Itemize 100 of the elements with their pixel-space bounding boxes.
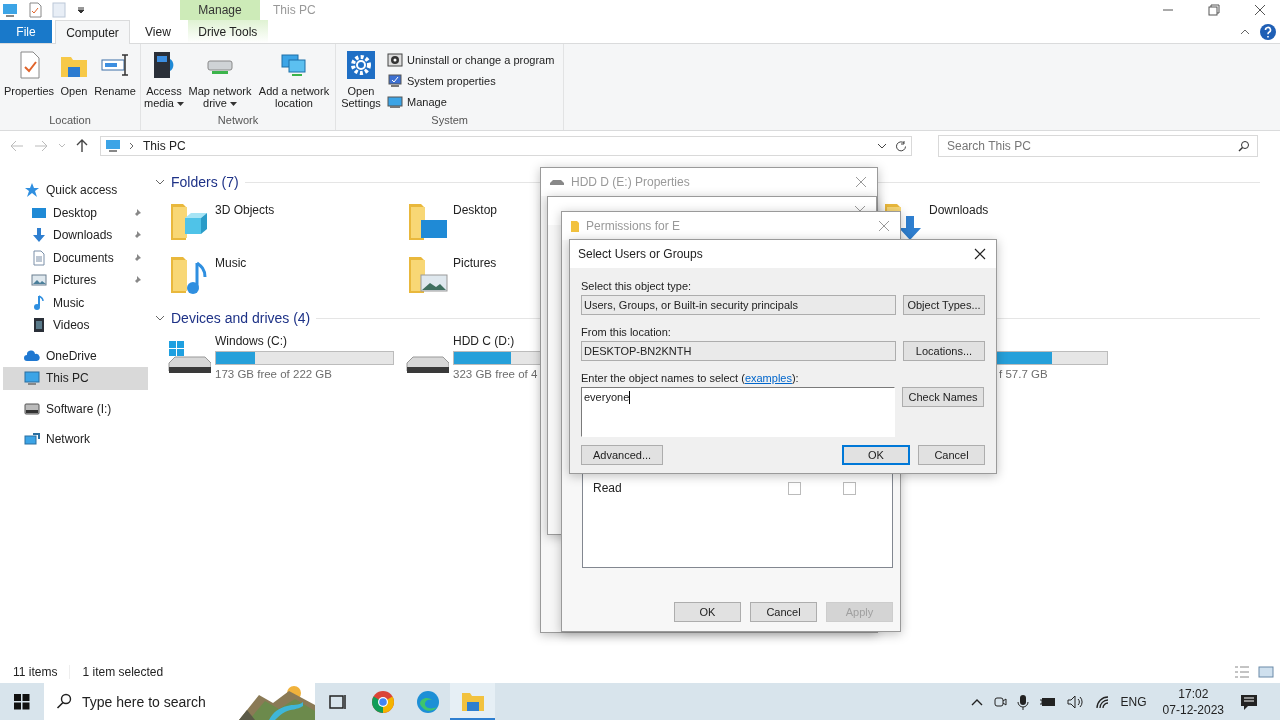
- cancel-button[interactable]: Cancel: [918, 445, 985, 465]
- field-label: Select this object type:: [581, 280, 693, 292]
- wifi-icon[interactable]: [1094, 694, 1111, 709]
- collapse-caret-icon[interactable]: [155, 179, 165, 185]
- browser-icon: [415, 689, 440, 714]
- folder-name[interactable]: Downloads: [929, 198, 989, 217]
- ribbon-tab[interactable]: File: [0, 20, 52, 43]
- ribbon-button[interactable]: Open: [57, 49, 91, 97]
- folder-name[interactable]: Music: [215, 251, 247, 270]
- drive-icon: [24, 400, 40, 417]
- object-names-field[interactable]: everyone: [581, 387, 895, 437]
- folder-name[interactable]: 3D Objects: [215, 198, 275, 217]
- nav-item[interactable]: This PC: [3, 367, 148, 390]
- field-label: From this location:: [581, 326, 672, 338]
- film-icon: [31, 317, 47, 334]
- folder-name[interactable]: Pictures: [453, 251, 497, 270]
- free-space-text: 323 GB free of 4: [453, 368, 538, 380]
- permission-name: Read: [593, 481, 623, 495]
- refresh-icon[interactable]: [895, 140, 907, 152]
- section-heading: Devices and drives (4): [171, 310, 311, 326]
- caret-icon[interactable]: [970, 697, 983, 706]
- collapse-ribbon-icon[interactable]: [1240, 27, 1250, 36]
- selection-count: 1 item selected: [69, 664, 164, 679]
- nav-item[interactable]: Desktop: [0, 201, 148, 224]
- search-icon: [1238, 140, 1250, 152]
- dialog-button[interactable]: OK: [674, 602, 741, 622]
- taskbar-search-field[interactable]: Type here to search: [44, 683, 239, 720]
- speaker-icon[interactable]: [1066, 694, 1085, 709]
- battery-icon[interactable]: [1038, 695, 1057, 708]
- ribbon-button[interactable]: Properties: [3, 49, 55, 97]
- drive-name[interactable]: Windows (C:): [215, 334, 394, 348]
- nav-item[interactable]: Music: [0, 291, 148, 314]
- ribbon-tab[interactable]: Drive Tools: [187, 20, 268, 43]
- collapse-caret-icon[interactable]: [155, 315, 165, 321]
- drive-icon: [549, 177, 565, 187]
- nav-item[interactable]: Network: [0, 428, 148, 451]
- ribbon-button[interactable]: Access media: [144, 49, 184, 109]
- ribbon-button[interactable]: Uninstall or change a program: [387, 51, 561, 68]
- cloud-icon: [24, 347, 40, 364]
- search-field[interactable]: Search This PC: [938, 135, 1258, 157]
- computer-icon: [105, 139, 121, 153]
- ribbon-tab[interactable]: View: [133, 20, 183, 43]
- nav-item[interactable]: OneDrive: [0, 344, 148, 367]
- picture-icon: [31, 272, 47, 289]
- nav-item[interactable]: Software (I:): [0, 397, 148, 420]
- clock-date[interactable]: 07-12-2023: [1162, 701, 1224, 718]
- group-label: Location: [48, 114, 92, 128]
- large-icons-view-icon[interactable]: [1258, 665, 1274, 678]
- deny-checkbox[interactable]: [843, 481, 856, 495]
- ribbon-button[interactable]: Open Settings: [339, 49, 383, 109]
- folder-icon: [570, 219, 580, 233]
- computer-icon: [387, 93, 403, 110]
- restore-button[interactable]: [1208, 4, 1220, 16]
- object-types-button[interactable]: Object Types...: [903, 295, 985, 315]
- section-heading: Folders (7): [171, 174, 239, 190]
- dialog-title: HDD D (E:) Properties: [571, 175, 691, 189]
- properties-icon[interactable]: [28, 2, 42, 18]
- microphone-icon[interactable]: [1016, 693, 1029, 710]
- free-space-text: 173 GB free of 222 GB: [215, 368, 332, 380]
- ribbon-button[interactable]: Add a network location: [256, 49, 332, 109]
- notifications-icon[interactable]: [1240, 692, 1258, 711]
- ribbon-tab[interactable]: Computer: [55, 20, 130, 44]
- file-explorer-button[interactable]: [450, 683, 495, 720]
- caret-icon[interactable]: [76, 5, 86, 15]
- up-arrow-icon[interactable]: [76, 139, 88, 153]
- nav-item[interactable]: Documents: [0, 246, 148, 269]
- caret-icon[interactable]: [877, 143, 887, 149]
- dialog-button[interactable]: Cancel: [750, 602, 817, 622]
- chevron-icon: [129, 142, 135, 150]
- windows-drive-icon[interactable]: [167, 339, 211, 375]
- music-note-icon: [31, 294, 47, 311]
- free-space-text: f 57.7 GB: [999, 368, 1048, 380]
- dialog-title: Select Users or Groups: [578, 247, 704, 261]
- ribbon-button[interactable]: Rename: [93, 49, 137, 97]
- language-indicator[interactable]: ENG: [1120, 694, 1147, 709]
- ribbon-button[interactable]: Map network drive: [186, 49, 254, 109]
- computer-icon: [24, 370, 40, 387]
- browser-icon: [370, 689, 395, 714]
- ribbon-button[interactable]: System properties: [387, 72, 561, 89]
- locations-button[interactable]: Locations...: [903, 341, 985, 361]
- allow-checkbox[interactable]: [788, 481, 801, 495]
- document-icon: [31, 249, 47, 266]
- check-names-button[interactable]: Check Names: [902, 387, 984, 407]
- group-label: Network: [216, 114, 260, 128]
- help-icon[interactable]: [1260, 23, 1276, 40]
- advanced-button[interactable]: Advanced...: [581, 445, 663, 465]
- nav-item[interactable]: Quick access: [0, 179, 148, 202]
- folder-name[interactable]: Desktop: [453, 198, 498, 217]
- nav-item[interactable]: Downloads: [0, 224, 148, 247]
- start-button[interactable]: [13, 692, 31, 711]
- clock-time[interactable]: 17:02: [1178, 685, 1209, 702]
- nav-item[interactable]: Videos: [0, 314, 148, 337]
- address-bar[interactable]: This PC: [100, 136, 912, 156]
- nav-item[interactable]: Pictures: [0, 269, 148, 292]
- close-icon[interactable]: [974, 248, 986, 260]
- close-icon[interactable]: [1254, 4, 1266, 16]
- computer-icon: [387, 72, 403, 89]
- ribbon-button[interactable]: Manage: [387, 93, 561, 110]
- ok-button[interactable]: OK: [842, 445, 910, 465]
- item-count: 11 items: [13, 664, 58, 679]
